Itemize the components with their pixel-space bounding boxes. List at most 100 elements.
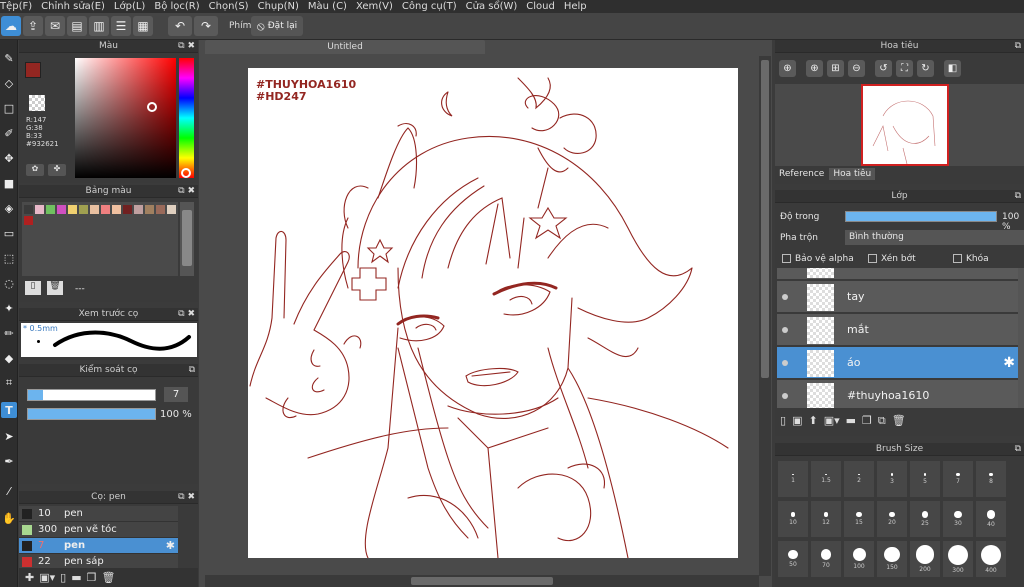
chat-icon[interactable]: ✉ xyxy=(45,16,65,36)
brush-size-cell[interactable]: 1.5 xyxy=(810,460,842,498)
tab-navigator[interactable]: Hoa tiêu xyxy=(829,168,876,180)
panel-popout-icon[interactable]: ⧉ xyxy=(189,365,195,375)
palette-swatch[interactable] xyxy=(79,205,88,214)
document-icon[interactable]: ▥ xyxy=(89,16,109,36)
brush-size-cell[interactable]: 8 xyxy=(975,460,1007,498)
select-rect-icon[interactable]: ⬚ xyxy=(1,250,17,266)
menu-file[interactable]: Tệp(F) xyxy=(0,1,41,12)
text-tool-icon[interactable]: T xyxy=(1,402,17,418)
folder-icon[interactable]: ▬ xyxy=(846,414,856,428)
layer-row[interactable]: mắt xyxy=(777,314,1019,346)
brush-size-cell[interactable]: 50 xyxy=(777,540,809,578)
layer-up-icon[interactable]: ⬆ xyxy=(808,414,817,428)
palette-swatch[interactable] xyxy=(101,205,110,214)
brush-size-cell[interactable]: 70 xyxy=(810,540,842,578)
menu-filter[interactable]: Bộ lọc(R) xyxy=(154,1,208,12)
brush-size-cell[interactable]: 12 xyxy=(810,500,842,538)
gear-icon[interactable]: ✱ xyxy=(1003,355,1015,371)
rotate-right-icon[interactable]: ↻ xyxy=(917,60,934,77)
brush-size-cell[interactable]: 400 xyxy=(975,540,1007,578)
navigator-viewport[interactable] xyxy=(775,84,1024,166)
brush-item[interactable]: 10 pen xyxy=(19,506,178,522)
trash-icon[interactable]: 🗑 xyxy=(892,414,906,428)
menu-tools[interactable]: Công cụ(T) xyxy=(402,1,466,12)
brush-size-cell[interactable]: 10 xyxy=(777,500,809,538)
crop-tool-icon[interactable]: ⌗ xyxy=(1,375,17,391)
horizontal-scroll-thumb[interactable] xyxy=(411,577,553,585)
panel-popout-icon[interactable]: ⧉ xyxy=(1015,444,1021,454)
panel-popout-icon[interactable]: ⧉ ✖ xyxy=(178,492,195,502)
brush-size-value[interactable]: 7 xyxy=(164,387,188,402)
clipping-option[interactable]: Xén bớt xyxy=(868,254,916,264)
hand-tool-icon[interactable]: ✋ xyxy=(1,510,17,526)
brush-size-cell[interactable]: 100 xyxy=(843,540,875,578)
brush-size-cell[interactable]: 15 xyxy=(843,500,875,538)
rotate-left-icon[interactable]: ↺ xyxy=(875,60,892,77)
merge-icon[interactable]: ⧉ xyxy=(878,414,886,428)
select-eraser-icon[interactable]: ◆ xyxy=(1,350,17,366)
palette-swatch[interactable] xyxy=(145,205,154,214)
trash-icon[interactable]: 🗑 xyxy=(101,571,115,584)
layer-row-selected[interactable]: áo ✱ xyxy=(777,347,1019,379)
navigator-thumbnail[interactable] xyxy=(861,84,949,166)
palette-swatch[interactable] xyxy=(90,205,99,214)
add-brush-icon[interactable]: ✚ xyxy=(25,571,34,584)
blend-select[interactable]: Bình thường xyxy=(845,230,1024,245)
menu-capture[interactable]: Chụp(N) xyxy=(258,1,308,12)
lasso-tool-icon[interactable]: ◌ xyxy=(1,275,17,291)
palette-scrollbar[interactable] xyxy=(180,202,194,276)
dropper-tool-icon[interactable]: ✒ xyxy=(1,453,17,469)
palette-swatch[interactable] xyxy=(167,205,176,214)
gradient-tool-icon[interactable]: ▭ xyxy=(1,225,17,241)
grid-icon[interactable]: ▦ xyxy=(133,16,153,36)
vertical-scrollbar[interactable] xyxy=(759,56,771,576)
magic-wand-icon[interactable]: ✦ xyxy=(1,300,17,316)
clipping-checkbox[interactable] xyxy=(868,254,877,263)
palette-swatch[interactable] xyxy=(57,205,66,214)
pen-tool-icon[interactable]: ✐ xyxy=(1,125,17,141)
new-page-icon[interactable]: ▯ xyxy=(25,281,41,295)
eye-icon[interactable] xyxy=(782,294,788,300)
undo-icon[interactable]: ↶ xyxy=(168,16,192,36)
layer-row[interactable]: #thuyhoa1610 xyxy=(777,380,1019,408)
fit-icon[interactable]: ⊞ xyxy=(827,60,844,77)
brush-size-cell[interactable]: 5 xyxy=(909,460,941,498)
palette-swatch[interactable] xyxy=(134,205,143,214)
palette-swatch[interactable] xyxy=(24,205,33,214)
protect-alpha-option[interactable]: Bảo vệ alpha xyxy=(782,254,854,264)
zoom-in-icon[interactable]: ⊕ xyxy=(779,60,796,77)
palette-swap-icon[interactable]: ✤ xyxy=(48,164,66,176)
fullscreen-icon[interactable]: ⛶ xyxy=(896,60,913,77)
eye-icon[interactable] xyxy=(782,327,788,333)
eyedropper-icon[interactable]: ⁄ xyxy=(1,483,17,499)
color-picker-handle[interactable] xyxy=(147,102,157,112)
tab-reference[interactable]: Reference xyxy=(775,168,829,180)
brush-size-cell[interactable]: 1 xyxy=(777,460,809,498)
brush-size-cell[interactable]: 7 xyxy=(942,460,974,498)
brush-size-slider[interactable] xyxy=(27,389,156,401)
brush-size-cell[interactable]: 40 xyxy=(975,500,1007,538)
folder-icon[interactable]: ▬ xyxy=(71,571,81,584)
cloud-icon[interactable]: ☁ xyxy=(1,16,21,36)
hue-slider[interactable] xyxy=(179,58,194,178)
color-field[interactable] xyxy=(75,58,176,178)
eye-icon[interactable] xyxy=(782,393,788,399)
export-icon[interactable]: ⇪ xyxy=(23,16,43,36)
duplicate-icon[interactable]: ❐ xyxy=(87,571,97,584)
brush-size-cell[interactable]: 2 xyxy=(843,460,875,498)
lock-option[interactable]: Khóa xyxy=(953,254,989,264)
menu-color[interactable]: Màu (C) xyxy=(308,1,356,12)
copy-icon[interactable]: ▯ xyxy=(60,571,66,584)
panel-popout-icon[interactable]: ⧉ ✖ xyxy=(178,309,195,319)
menu-view[interactable]: Xem(V) xyxy=(356,1,402,12)
trash-icon[interactable]: 🗑 xyxy=(47,281,63,295)
rect-tool-icon[interactable]: □ xyxy=(1,100,17,116)
palette-swatch[interactable] xyxy=(35,205,44,214)
layer-options-icon[interactable]: ▣▾ xyxy=(824,414,840,428)
palette-swatch[interactable] xyxy=(112,205,121,214)
brush-size-cell[interactable]: 30 xyxy=(942,500,974,538)
eye-icon[interactable] xyxy=(782,360,788,366)
flip-icon[interactable]: ◧ xyxy=(944,60,961,77)
horizontal-scrollbar[interactable] xyxy=(205,575,759,587)
panel-popout-icon[interactable]: ⧉ ✖ xyxy=(178,41,195,51)
